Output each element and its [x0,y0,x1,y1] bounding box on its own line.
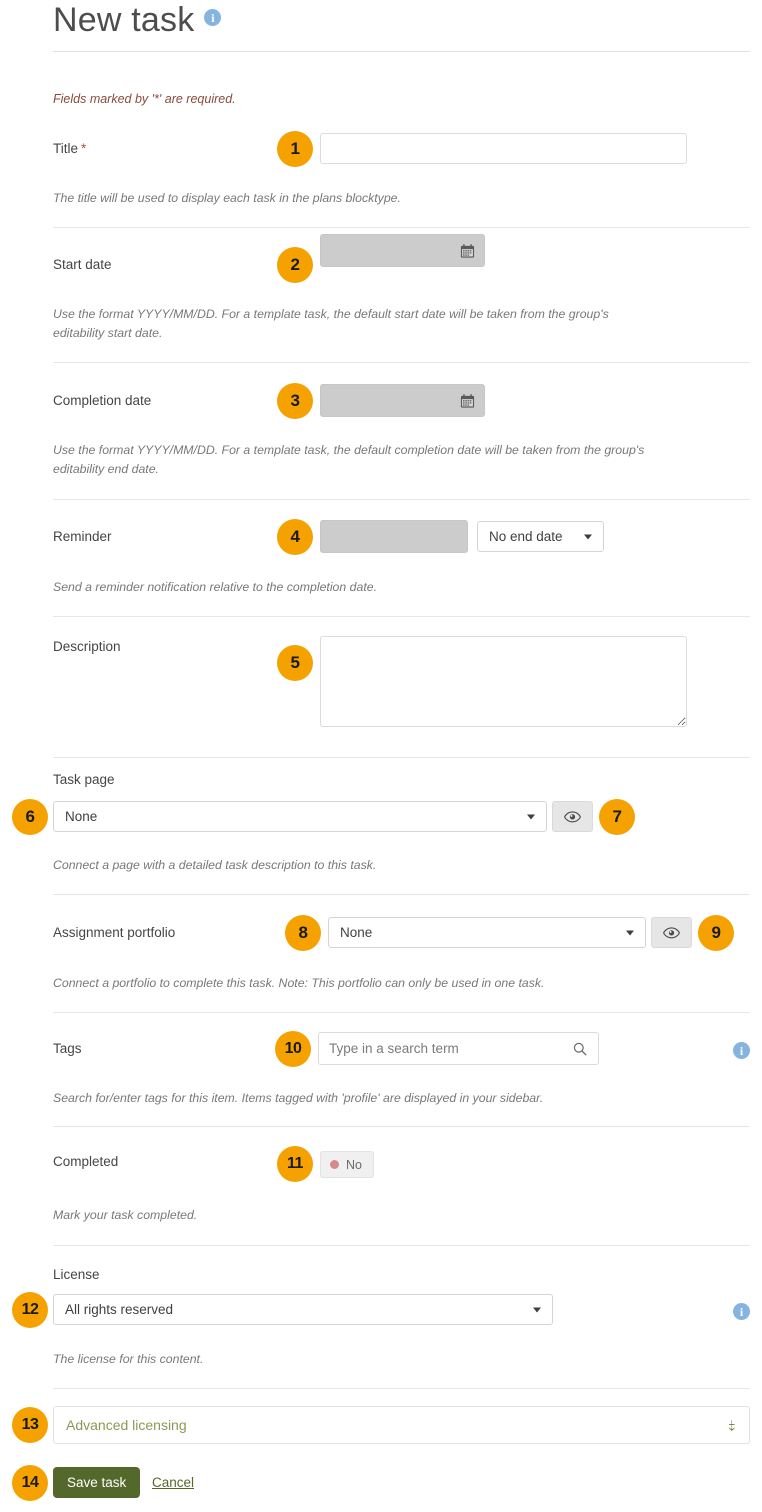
start-date-label: Start date [53,257,112,272]
chevron-down-icon [527,814,535,819]
save-task-button[interactable]: Save task [53,1467,140,1498]
license-label: License [53,1267,100,1282]
eye-icon [663,927,680,939]
advanced-licensing-toggle[interactable]: Advanced licensing ⤈ [53,1406,750,1444]
completion-date-input[interactable] [320,384,485,417]
new-task-form-page: New task Fields marked by '*' are requir… [0,0,762,1512]
license-help-text: The license for this content. [53,1350,663,1369]
assignment-portfolio-select[interactable]: None [328,917,646,948]
callout-12: 12 [12,1292,48,1328]
completed-help-text: Mark your task completed. [53,1206,663,1225]
callout-8: 8 [285,915,321,951]
callout-5: 5 [277,645,313,681]
chevron-down-icon [584,534,592,539]
callout-1: 1 [277,131,313,167]
callout-11: 11 [277,1146,313,1182]
search-icon[interactable] [573,1042,587,1056]
license-select[interactable]: All rights reserved [53,1294,553,1325]
advanced-licensing-label: Advanced licensing [66,1417,728,1433]
assignment-portfolio-label: Assignment portfolio [53,925,175,940]
completed-toggle-value: No [346,1158,362,1172]
page-header: New task [53,0,750,56]
title-input[interactable] [320,133,687,164]
callout-14: 14 [12,1465,48,1501]
required-fields-note: Fields marked by '*' are required. [53,92,236,106]
tags-label: Tags [53,1041,82,1056]
callout-13: 13 [12,1407,48,1443]
callout-10: 10 [275,1031,311,1067]
info-icon[interactable] [204,9,221,26]
start-date-input[interactable] [320,234,485,267]
task-page-preview-button[interactable] [552,801,593,832]
tags-placeholder: Type in a search term [329,1041,459,1056]
start-date-help-text: Use the format YYYY/MM/DD. For a templat… [53,305,663,343]
task-page-value: None [65,809,97,824]
reminder-label: Reminder [53,529,112,544]
cancel-link[interactable]: Cancel [152,1475,194,1490]
tags-info-icon[interactable] [733,1042,750,1059]
title-label: Title* [53,141,86,156]
title-label-text: Title [53,141,78,156]
title-help-text: The title will be used to display each t… [53,189,663,208]
assignment-portfolio-value: None [340,925,372,940]
reminder-period-value: No end date [489,529,563,544]
task-page-help-text: Connect a page with a detailed task desc… [53,856,663,875]
title-required-marker: * [81,141,86,156]
callout-7: 7 [599,799,635,835]
callout-6: 6 [12,799,48,835]
chevron-down-icon [626,930,634,935]
page-title: New task [53,0,194,40]
header-divider [53,51,750,52]
tags-help-text: Search for/enter tags for this item. Ite… [53,1089,693,1108]
reminder-input[interactable] [320,520,468,553]
chevron-down-icon [533,1307,541,1312]
callout-4: 4 [277,519,313,555]
license-info-icon[interactable] [733,1303,750,1320]
description-textarea[interactable] [320,636,687,727]
task-page-select[interactable]: None [53,801,547,832]
tags-search-input[interactable]: Type in a search term [318,1032,599,1065]
completed-toggle[interactable]: No [320,1151,374,1178]
assignment-portfolio-help-text: Connect a portfolio to complete this tas… [53,974,693,993]
callout-9: 9 [698,915,734,951]
reminder-help-text: Send a reminder notification relative to… [53,578,663,597]
description-label: Description [53,639,121,654]
callout-3: 3 [277,383,313,419]
task-page-label: Task page [53,772,115,787]
assignment-portfolio-preview-button[interactable] [651,917,692,948]
completed-label: Completed [53,1154,118,1169]
license-value: All rights reserved [65,1302,173,1317]
completion-date-help-text: Use the format YYYY/MM/DD. For a templat… [53,441,693,479]
reminder-period-select[interactable]: No end date [477,521,604,552]
calendar-icon [460,393,475,408]
callout-2: 2 [277,247,313,283]
status-dot-icon [330,1160,339,1169]
chevron-down-icon: ⤈ [728,1418,735,1433]
completion-date-label: Completion date [53,393,151,408]
calendar-icon [460,243,475,258]
eye-icon [564,811,581,823]
